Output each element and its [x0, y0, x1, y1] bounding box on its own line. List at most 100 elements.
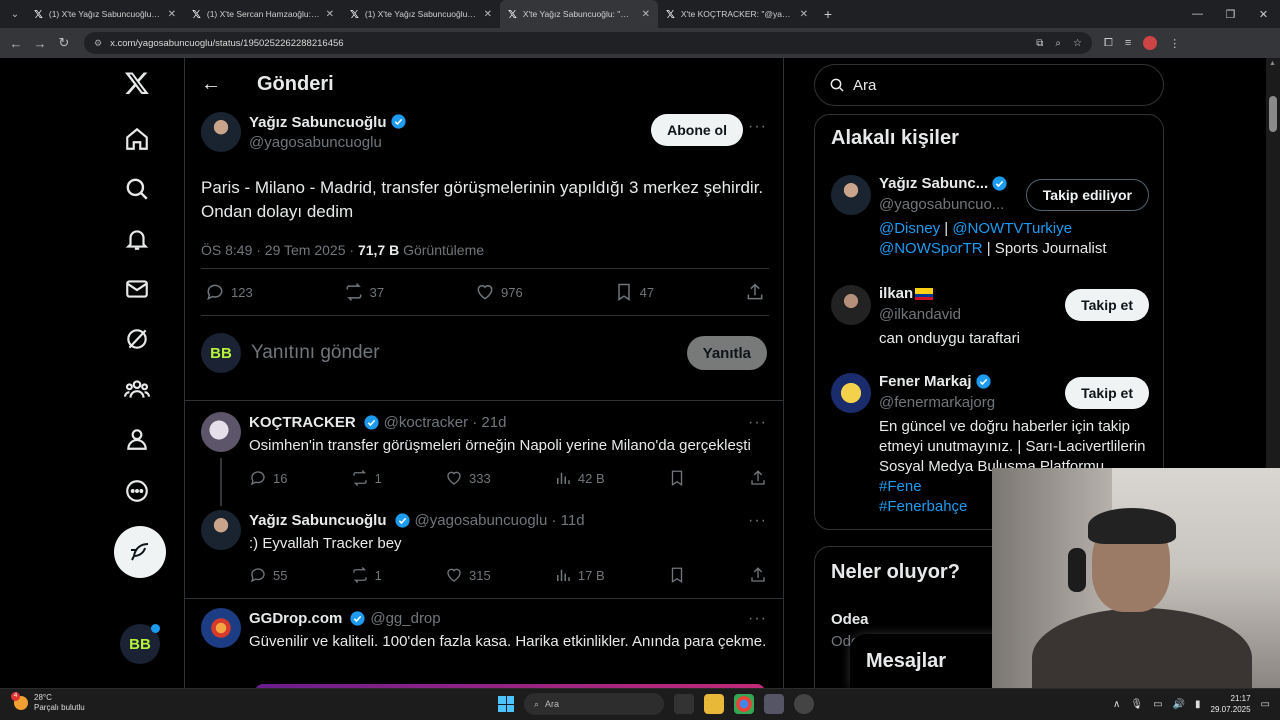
back-arrow-icon[interactable]: ←: [201, 73, 223, 96]
following-button[interactable]: Takip ediliyor: [1025, 179, 1149, 211]
bookmark-action[interactable]: [668, 469, 686, 487]
bio-link[interactable]: @NOWSporTR: [879, 240, 983, 257]
reload-icon[interactable]: ↻: [52, 35, 76, 51]
tab-close-icon[interactable]: ✕: [168, 9, 176, 20]
like-action[interactable]: 315: [445, 566, 491, 584]
search-input[interactable]: Ara: [853, 77, 876, 94]
share-action[interactable]: [749, 469, 767, 487]
reply-avatar[interactable]: [201, 412, 241, 452]
bio-link[interactable]: @NOWTVTurkiye: [952, 220, 1072, 237]
like-action[interactable]: 976: [475, 282, 523, 302]
promo-more-icon[interactable]: ···: [748, 610, 767, 628]
profile-icon[interactable]: [124, 426, 156, 458]
browser-tab-active[interactable]: 𝕏 X'te Yağız Sabuncuoğlu: "@ilka ✕: [500, 0, 658, 28]
bio-link[interactable]: @Disney: [879, 220, 940, 237]
promoted-post[interactable]: GGDrop.com @gg_drop ··· Güvenilir ve kali…: [201, 608, 767, 688]
tab-search-icon[interactable]: ⌄: [4, 3, 26, 25]
reply-author-name[interactable]: KOÇTRACKER: [249, 414, 356, 431]
follow-button[interactable]: Takip et: [1065, 377, 1149, 409]
site-info-icon[interactable]: ⚙: [94, 38, 102, 49]
restore-icon[interactable]: ❐: [1214, 8, 1247, 21]
reply-submit-button[interactable]: Yanıtla: [686, 336, 767, 370]
tab-close-icon[interactable]: ✕: [642, 9, 650, 20]
promo-avatar[interactable]: [201, 608, 241, 648]
browser-tab[interactable]: 𝕏 (1) X'te Sercan Hamzaoğlu: "@l ✕: [184, 0, 342, 28]
x-logo-icon[interactable]: [124, 70, 156, 102]
promo-author-handle[interactable]: @gg_drop: [370, 610, 440, 627]
bookmark-action[interactable]: [668, 566, 686, 584]
extensions-icon[interactable]: ⧠: [1104, 37, 1113, 50]
reply-author-name[interactable]: Yağız Sabuncuoğlu: [249, 512, 387, 529]
promo-author-name[interactable]: GGDrop.com: [249, 610, 342, 627]
bookmark-action[interactable]: 47: [614, 282, 654, 302]
repost-action[interactable]: 37: [344, 282, 384, 302]
url-field[interactable]: ⚙ x.com/yagosabuncuoglu/status/195025226…: [84, 32, 1092, 54]
bookmark-star-icon[interactable]: ☆: [1073, 38, 1082, 49]
install-icon[interactable]: ⧉: [1036, 38, 1043, 49]
more-options-icon[interactable]: [124, 478, 156, 510]
post-time[interactable]: ÖS 8:49 · 29 Tem 2025 ·: [201, 242, 358, 258]
scroll-up-icon[interactable]: ▲: [1269, 60, 1276, 67]
tab-close-icon[interactable]: ✕: [484, 9, 492, 20]
person-avatar[interactable]: [831, 285, 871, 325]
weather-widget[interactable]: 4 28°C Parçalı bulutlu: [11, 692, 85, 713]
follow-button[interactable]: Takip et: [1065, 289, 1149, 321]
grok-icon[interactable]: [124, 326, 156, 358]
notification-center-icon[interactable]: ▭: [1261, 699, 1270, 710]
views-action[interactable]: 42 B: [554, 469, 605, 487]
reply-input[interactable]: Yanıtını gönder: [251, 342, 380, 364]
taskbar-search[interactable]: ⌕ Ara: [524, 693, 664, 715]
bio-hashtag[interactable]: #Fenerbahçe: [879, 498, 967, 515]
repost-action[interactable]: 1: [351, 566, 382, 584]
browser-menu-icon[interactable]: ⋮: [1169, 37, 1180, 50]
person-handle[interactable]: @yagosabuncuo...: [879, 196, 1004, 213]
reply-action[interactable]: 55: [249, 566, 287, 584]
network-icon[interactable]: ▭: [1153, 699, 1162, 710]
repost-action[interactable]: 1: [351, 469, 382, 487]
person-name[interactable]: Fener Markaj: [879, 373, 972, 390]
bio-hashtag[interactable]: #Fene: [879, 478, 922, 495]
share-action[interactable]: [745, 282, 765, 302]
task-view-icon[interactable]: [674, 694, 694, 714]
new-tab-icon[interactable]: +: [816, 6, 840, 22]
microphone-icon[interactable]: 🎙: [1130, 699, 1143, 710]
reply-author-handle[interactable]: @yagosabuncuoglu · 11d: [415, 512, 585, 529]
author-name[interactable]: Yağız Sabuncuoğlu: [249, 114, 387, 131]
subscribe-button[interactable]: Abone ol: [651, 114, 743, 146]
tab-close-icon[interactable]: ✕: [800, 9, 808, 20]
reply-post[interactable]: Yağız Sabuncuoğlu @yagosabuncuoglu · 11d …: [201, 510, 767, 596]
author-avatar[interactable]: [201, 112, 241, 152]
related-person[interactable]: Yağız Sabunc... @yagosabuncuo... Takip e…: [831, 175, 1149, 265]
person-avatar[interactable]: [831, 175, 871, 215]
communities-icon[interactable]: [124, 376, 156, 408]
compose-post-button[interactable]: [114, 526, 166, 578]
reply-avatar[interactable]: [201, 510, 241, 550]
explore-search-icon[interactable]: [124, 176, 156, 208]
zoom-icon[interactable]: ⌕: [1055, 38, 1061, 49]
person-name[interactable]: ilkan: [879, 285, 913, 302]
chrome-icon[interactable]: [734, 694, 754, 714]
share-action[interactable]: [749, 566, 767, 584]
account-avatar[interactable]: BB: [120, 624, 160, 664]
like-action[interactable]: 333: [445, 469, 491, 487]
volume-icon[interactable]: 🔊: [1173, 699, 1185, 710]
reply-post[interactable]: KOÇTRACKER @koctracker · 21d ··· Osimhen'…: [201, 412, 767, 498]
home-icon[interactable]: [124, 126, 156, 158]
trend-name[interactable]: Odea: [831, 611, 869, 628]
profile-avatar[interactable]: [1143, 36, 1158, 50]
person-handle[interactable]: @ilkandavid: [879, 306, 961, 323]
person-handle[interactable]: @fenermarkajorg: [879, 394, 995, 411]
tray-chevron-icon[interactable]: ∧: [1113, 699, 1120, 710]
messages-mail-icon[interactable]: [124, 276, 156, 308]
minimize-icon[interactable]: —: [1181, 8, 1214, 20]
media-icon[interactable]: ≡: [1125, 37, 1131, 49]
person-name[interactable]: Yağız Sabunc...: [879, 175, 988, 192]
reply-more-icon[interactable]: ···: [748, 414, 767, 432]
related-person[interactable]: ilkan @ilkandavid Takip et can onduygu t…: [831, 285, 1149, 355]
scrollbar-thumb[interactable]: [1269, 96, 1277, 132]
reply-action[interactable]: 16: [249, 469, 287, 487]
start-button[interactable]: [498, 696, 514, 712]
reply-author-handle[interactable]: @koctracker · 21d: [384, 414, 507, 431]
person-avatar[interactable]: [831, 373, 871, 413]
reply-more-icon[interactable]: ···: [748, 512, 767, 530]
